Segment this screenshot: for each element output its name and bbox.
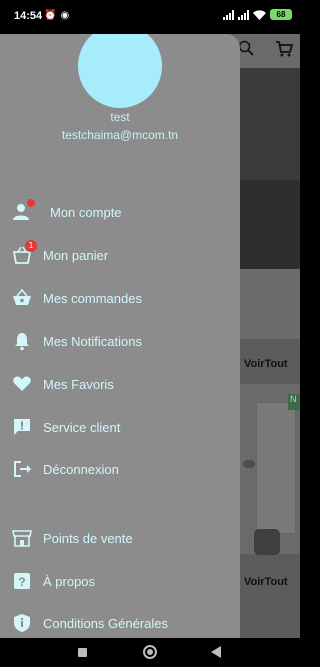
voir-tout-link-2[interactable]: VoirTout <box>244 576 288 588</box>
menu-item-orders[interactable]: Mes commandes <box>0 283 240 313</box>
menu-item-cart[interactable]: 1 Mon panier <box>0 240 240 270</box>
menu-item-about[interactable]: ? À propos <box>0 566 240 596</box>
store-icon <box>12 530 32 547</box>
battery-indicator: 68 <box>270 9 292 20</box>
alarm-icon: ⏰ <box>44 10 57 21</box>
menu-label-logout: Déconnexion <box>43 462 119 477</box>
menu-label-favorites: Mes Favoris <box>43 377 114 392</box>
signal-icon <box>223 9 234 20</box>
menu-label-terms: Conditions Générales <box>43 616 169 631</box>
menu-item-notifications[interactable]: Mes Notifications <box>0 326 240 356</box>
background-product-image <box>256 402 296 534</box>
menu-item-customer-service[interactable]: Service client <box>0 412 240 442</box>
menu-label-account: Mon compte <box>50 205 122 220</box>
menu-label-about: À propos <box>43 574 96 589</box>
menu-item-points-of-sale[interactable]: Points de vente <box>0 523 240 553</box>
wifi-icon <box>253 9 266 20</box>
recent-apps-button[interactable] <box>78 648 87 657</box>
status-left-icons: ⏰ ◉ <box>44 10 69 21</box>
background-product-thumb <box>243 460 255 468</box>
menu-item-terms[interactable]: Conditions Générales <box>0 608 240 638</box>
system-navigation-bar <box>0 638 300 667</box>
status-bar: 14:54 ⏰ ◉ 68 <box>0 0 300 34</box>
user-email: testchaima@mcom.tn <box>61 128 179 142</box>
background-banner-shade <box>240 180 300 274</box>
chat-alert-icon <box>14 419 30 435</box>
menu-label-points-of-sale: Points de vente <box>43 531 133 546</box>
svg-text:?: ? <box>18 575 25 589</box>
bell-icon <box>15 333 29 351</box>
menu-label-customer-service: Service client <box>43 420 121 435</box>
status-right-icons: 68 <box>223 9 292 20</box>
avatar[interactable] <box>78 34 162 108</box>
menu-item-logout[interactable]: Déconnexion <box>0 454 240 484</box>
home-button[interactable] <box>143 645 157 659</box>
signal-icon-2 <box>238 9 249 20</box>
logout-icon <box>14 461 31 477</box>
help-icon: ? <box>14 573 30 589</box>
account-notification-dot <box>27 199 35 207</box>
heart-icon <box>13 376 31 391</box>
new-tag: N <box>288 394 300 410</box>
menu-item-favorites[interactable]: Mes Favoris <box>0 369 240 399</box>
basket-icon <box>13 288 31 305</box>
add-to-bag-button[interactable] <box>254 529 280 555</box>
navigation-drawer: test testchaima@mcom.tn Mon compte 1 Mon… <box>0 34 240 638</box>
status-time: 14:54 <box>14 10 43 22</box>
menu-label-orders: Mes commandes <box>43 291 142 306</box>
cart-icon[interactable] <box>275 40 293 58</box>
search-icon[interactable] <box>238 40 254 56</box>
voir-tout-link-1[interactable]: VoirTout <box>244 358 288 370</box>
menu-label-notifications: Mes Notifications <box>43 334 142 349</box>
info-shield-icon <box>14 614 30 632</box>
menu-label-cart: Mon panier <box>43 248 109 263</box>
whatsapp-icon: ◉ <box>60 10 70 21</box>
user-name: test <box>110 110 130 124</box>
back-button[interactable] <box>211 646 221 658</box>
background-section <box>240 269 300 339</box>
menu-item-account[interactable]: Mon compte <box>0 197 240 227</box>
cart-count-badge: 1 <box>25 240 37 252</box>
